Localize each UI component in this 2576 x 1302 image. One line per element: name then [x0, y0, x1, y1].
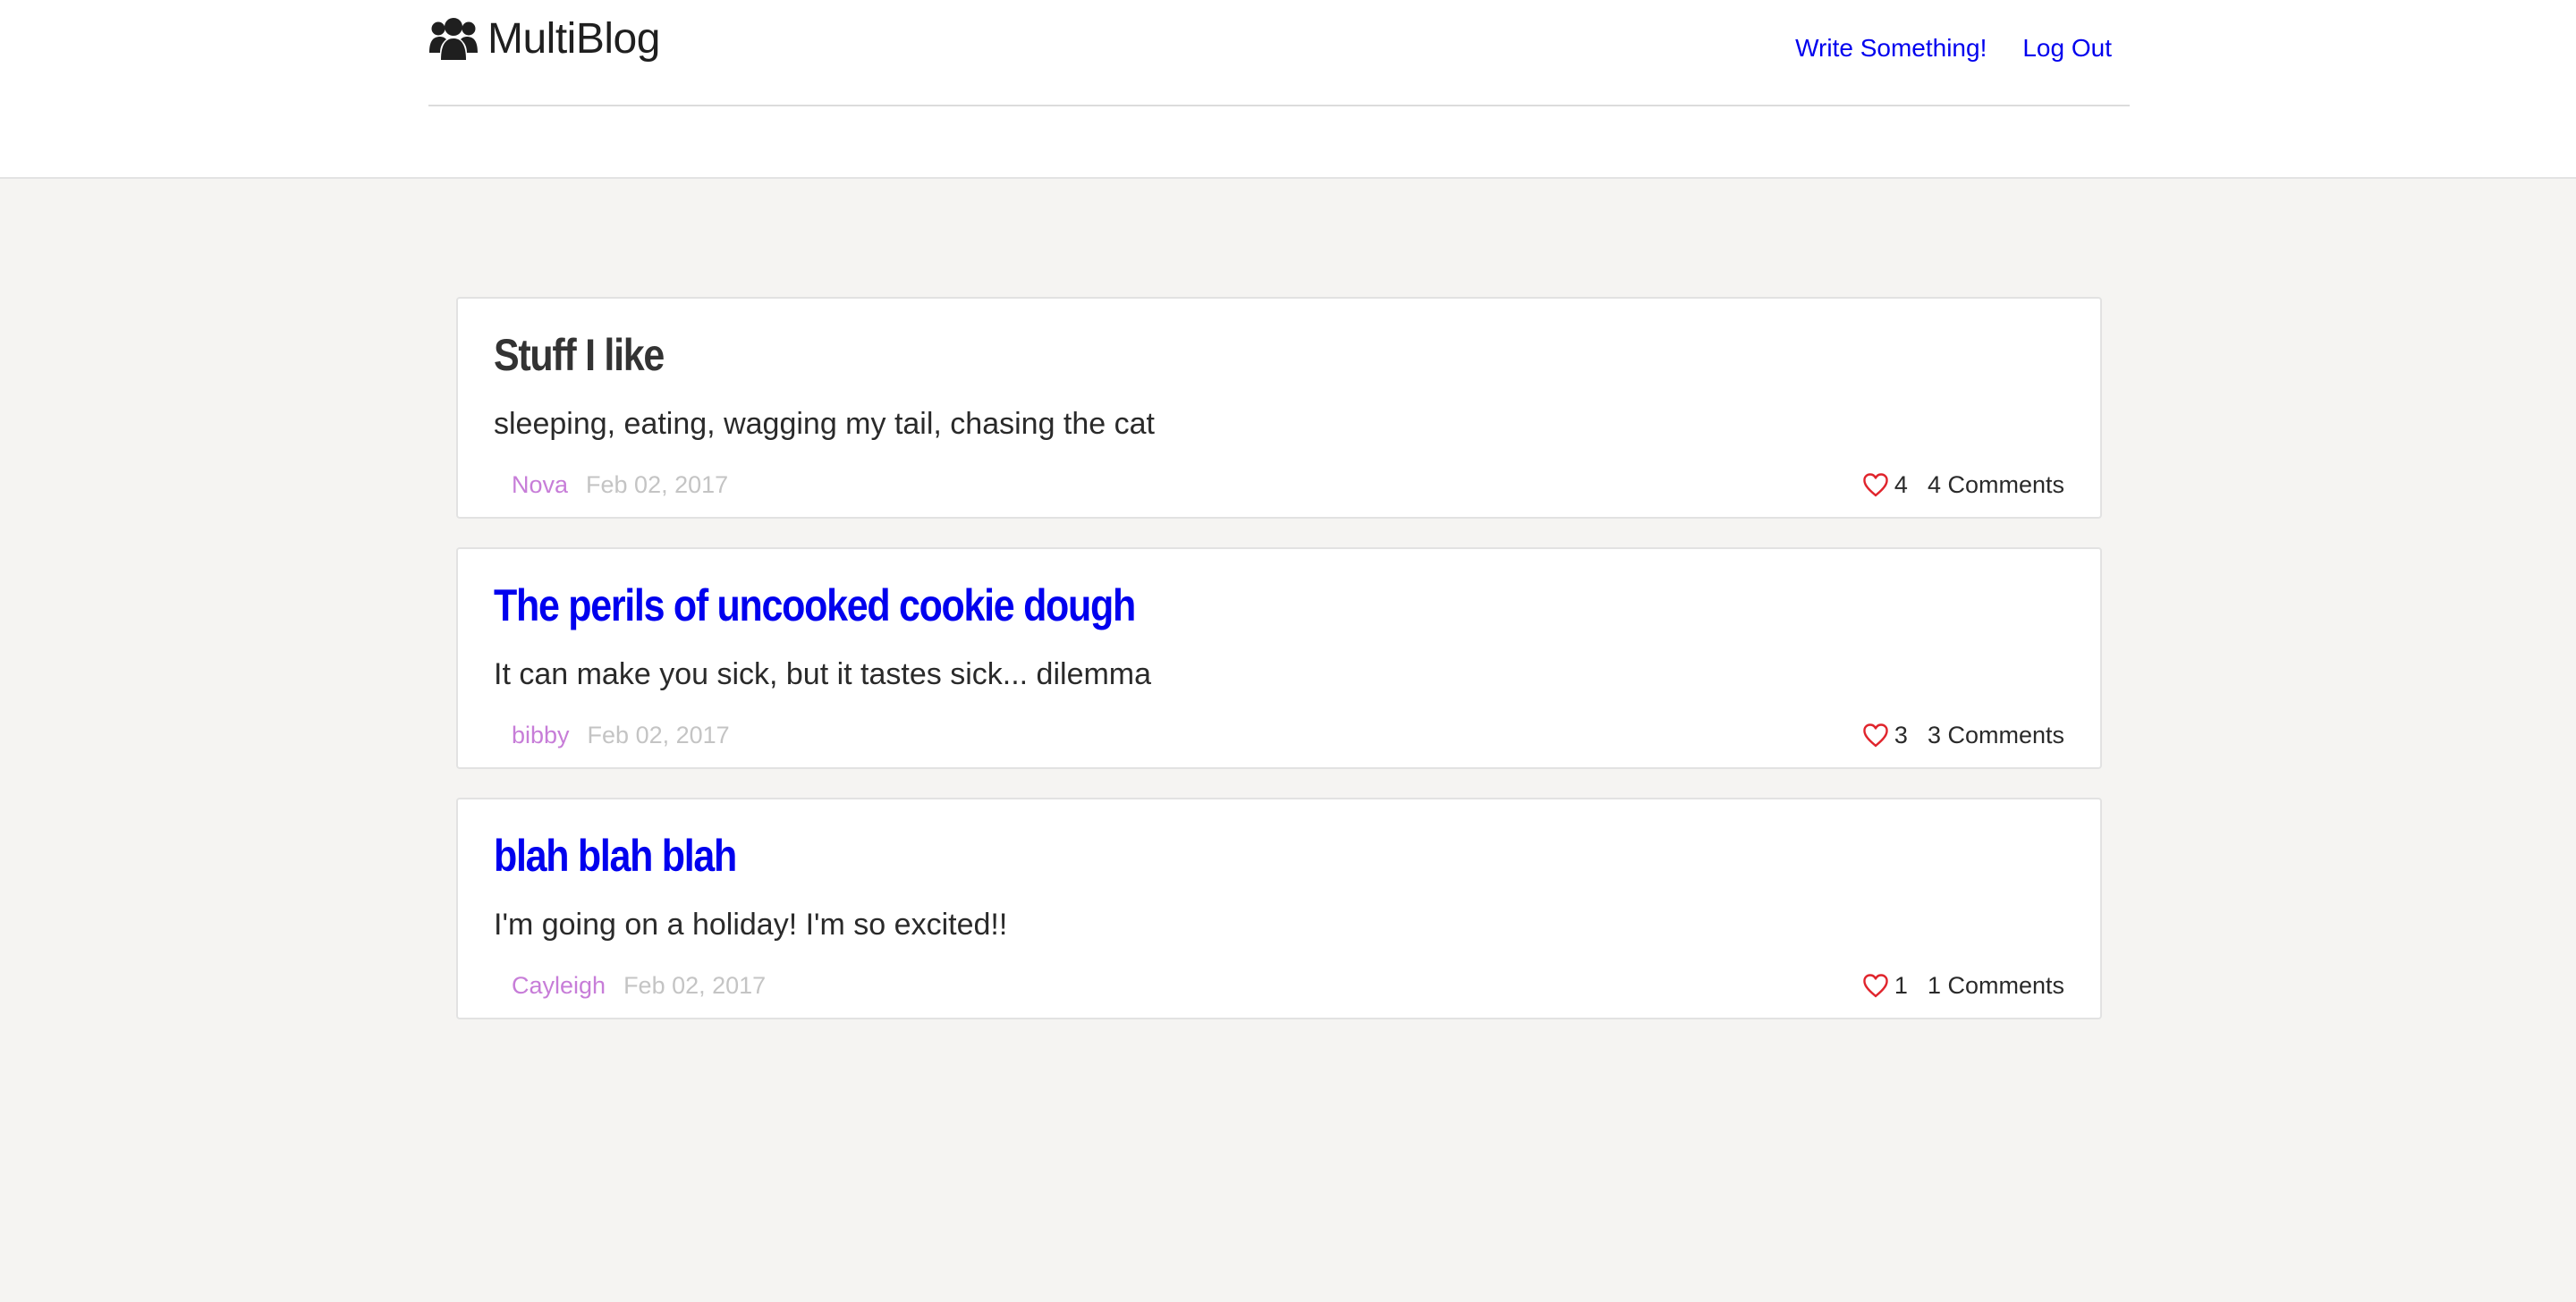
post-list: Stuff I like sleeping, eating, wagging m…	[456, 297, 2102, 1048]
post-title: Stuff I like	[494, 330, 665, 380]
post-meta: Cayleigh Feb 02, 2017	[512, 969, 766, 1002]
write-something-link[interactable]: Write Something!	[1795, 30, 1987, 66]
nav-links: Write Something! Log Out	[1795, 30, 2112, 66]
navbar-container: MultiBlog Write Something! Log Out	[428, 0, 2130, 106]
post-meta: bibby Feb 02, 2017	[512, 719, 730, 751]
brand-link[interactable]: MultiBlog	[428, 13, 660, 66]
top-navbar: MultiBlog Write Something! Log Out	[0, 0, 2576, 179]
comments-link[interactable]: 3 Comments	[1928, 719, 2064, 751]
log-out-link[interactable]: Log Out	[2022, 30, 2112, 66]
post-author: bibby	[512, 722, 570, 748]
post-date: Feb 02, 2017	[587, 722, 730, 748]
post-card: The perils of uncooked cookie dough It c…	[456, 547, 2102, 769]
post-excerpt: It can make you sick, but it tastes sick…	[494, 657, 1152, 691]
users-icon	[428, 15, 479, 63]
post-title-link[interactable]: blah blah blah	[494, 826, 737, 885]
post-stats: 4 4 Comments	[1862, 469, 2064, 501]
brand-title: MultiBlog	[487, 15, 660, 63]
post-date: Feb 02, 2017	[623, 972, 767, 999]
post-card: blah blah blah I'm going on a holiday! I…	[456, 798, 2102, 1019]
like-count: 1	[1894, 972, 1908, 999]
heart-icon[interactable]	[1862, 973, 1889, 998]
comments-link[interactable]: 1 Comments	[1928, 969, 2064, 1002]
like-count: 3	[1894, 722, 1908, 748]
post-meta: Nova Feb 02, 2017	[512, 469, 728, 501]
post-stats: 1 1 Comments	[1862, 969, 2064, 1002]
heart-icon[interactable]	[1862, 723, 1889, 748]
post-card: Stuff I like sleeping, eating, wagging m…	[456, 297, 2102, 519]
post-title-link[interactable]: The perils of uncooked cookie dough	[494, 576, 1136, 635]
post-author: Cayleigh	[512, 972, 606, 999]
comments-link[interactable]: 4 Comments	[1928, 469, 2064, 501]
post-excerpt: sleeping, eating, wagging my tail, chasi…	[494, 407, 1156, 441]
heart-icon[interactable]	[1862, 472, 1889, 497]
like-count: 4	[1894, 471, 1908, 498]
post-stats: 3 3 Comments	[1862, 719, 2064, 751]
post-author: Nova	[512, 471, 569, 498]
post-date: Feb 02, 2017	[586, 471, 729, 498]
post-excerpt: I'm going on a holiday! I'm so excited!!	[494, 908, 1008, 942]
